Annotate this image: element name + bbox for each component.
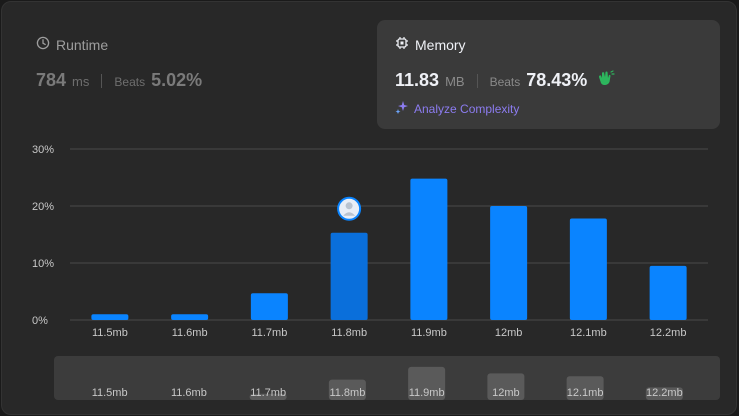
mini-x-label: 11.9mb (409, 387, 445, 399)
y-tick-label: 10% (32, 258, 54, 270)
bar-11.7mb[interactable] (250, 293, 288, 320)
bar-11.5mb[interactable] (91, 314, 129, 320)
submission-stats-panel: Runtime 784 ms Beats 5.02% Memory 11.83 … (1, 1, 737, 415)
x-tick-label: 12mb (495, 327, 523, 339)
bar-12mb[interactable] (490, 206, 528, 320)
bar-11.6mb[interactable] (171, 314, 209, 320)
y-tick-label: 0% (32, 315, 48, 327)
x-tick-label: 12.1mb (570, 327, 607, 339)
bar-11.9mb[interactable] (410, 178, 448, 320)
x-tick-label: 11.8mb (331, 327, 367, 339)
x-tick-label: 12.2mb (650, 327, 687, 339)
mini-x-label: 12.2mb (646, 387, 683, 399)
mini-x-label: 11.8mb (329, 387, 365, 399)
x-tick-label: 11.6mb (172, 327, 208, 339)
bar-12.1mb[interactable] (569, 218, 607, 320)
y-tick-label: 30% (32, 144, 54, 156)
x-tick-label: 11.5mb (92, 327, 128, 339)
mini-chart: 11.5mb 11.6mb 11.7mb 11.8mb 11.9mb 12mb 12.1mb… (92, 366, 683, 400)
mini-x-label: 11.6mb (171, 387, 207, 399)
mini-x-label: 12mb (492, 387, 520, 399)
mini-x-label: 11.7mb (250, 387, 286, 399)
memory-distribution-chart: 0% 10% 20% 30% 11.5mb 11.6mb 11.7mb 11.8mb 11.9m… (32, 144, 708, 339)
x-tick-label: 11.7mb (251, 327, 287, 339)
mini-x-label: 11.5mb (92, 387, 128, 399)
y-tick-label: 20% (32, 201, 54, 213)
x-tick-label: 11.9mb (411, 327, 447, 339)
bar-11.8mb[interactable] (330, 232, 368, 320)
chart-range-scroller[interactable]: 11.5mb 11.6mb 11.7mb 11.8mb 11.9mb 12mb 12.1mb… (54, 356, 720, 400)
bar-12.2mb[interactable] (649, 265, 687, 320)
mini-x-label: 12.1mb (567, 387, 604, 399)
user-avatar-icon[interactable] (337, 196, 362, 221)
